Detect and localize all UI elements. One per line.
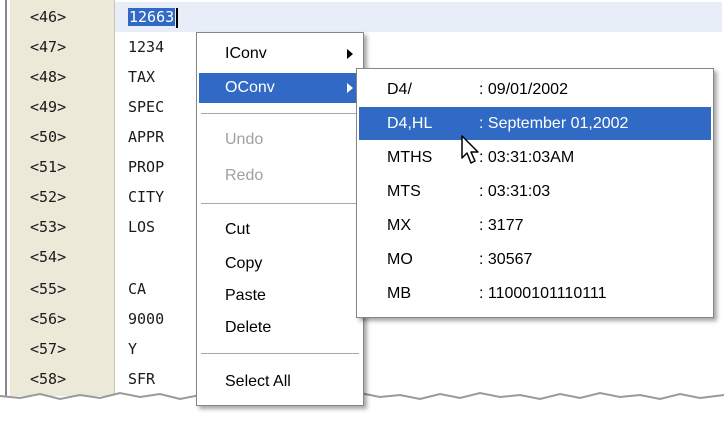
conversion-result: : 11000101110111	[479, 285, 607, 302]
line-text[interactable]: 9000	[128, 304, 164, 334]
line-text[interactable]: APPR	[128, 122, 164, 152]
submenu-arrow-icon	[347, 49, 353, 59]
oconv-item-mths[interactable]: MTHS : 03:31:03AM	[359, 141, 711, 174]
conversion-code: MTHS	[387, 149, 433, 166]
text-caret	[176, 7, 179, 28]
menu-item-delete[interactable]: Delete	[199, 313, 361, 343]
line-number: <54>	[30, 248, 67, 266]
line-text[interactable]: 1234	[128, 32, 164, 62]
line-number: <55>	[30, 280, 67, 298]
line-number: <52>	[30, 188, 67, 206]
conversion-result: : September 01,2002	[479, 115, 629, 132]
line-number: <53>	[30, 218, 67, 236]
conversion-code: D4/	[387, 81, 412, 98]
context-menu: IConv OConv Undo Redo Cut Copy Paste Del…	[196, 32, 364, 406]
line-number: <48>	[30, 68, 67, 86]
line-number: <57>	[30, 340, 67, 358]
line-number: <47>	[30, 38, 67, 56]
menu-item-label: OConv	[225, 79, 275, 96]
oconv-item-d4-slash[interactable]: D4/ : 09/01/2002	[359, 73, 711, 106]
menu-item-copy[interactable]: Copy	[199, 249, 361, 279]
menu-item-oconv[interactable]: OConv	[199, 73, 361, 103]
line-number: <50>	[30, 128, 67, 146]
conversion-code: MX	[387, 217, 411, 234]
mouse-pointer-icon	[461, 135, 479, 164]
menu-item-label: IConv	[225, 45, 267, 62]
menu-separator	[201, 113, 359, 115]
conversion-code: D4,HL	[387, 115, 433, 132]
line-text[interactable]: CITY	[128, 182, 164, 212]
line-text[interactable]: TAX	[128, 62, 155, 92]
line-number: <46>	[30, 8, 67, 26]
menu-separator	[201, 353, 359, 355]
conversion-code: MB	[387, 285, 411, 302]
line-text[interactable]: Y	[128, 334, 137, 364]
conversion-code: MO	[387, 251, 413, 268]
current-line-highlight	[115, 2, 722, 32]
line-text[interactable]: SPEC	[128, 92, 164, 122]
menu-item-redo[interactable]: Redo	[199, 161, 361, 191]
line-text[interactable]: CA	[128, 274, 146, 304]
menu-item-undo[interactable]: Undo	[199, 125, 361, 155]
oconv-item-mo[interactable]: MO : 30567	[359, 243, 711, 276]
menu-item-select-all[interactable]: Select All	[199, 367, 361, 397]
line-text[interactable]: PROP	[128, 152, 164, 182]
conversion-result: : 03:31:03AM	[479, 149, 575, 166]
submenu-arrow-icon	[347, 83, 353, 93]
conversion-result: : 30567	[479, 251, 533, 268]
line-text[interactable]: LOS	[128, 212, 155, 242]
line-text[interactable]: 12663	[128, 2, 179, 32]
conversion-result: : 09/01/2002	[479, 81, 568, 98]
menu-separator	[201, 203, 359, 205]
oconv-item-d4-hl[interactable]: D4,HL : September 01,2002	[359, 107, 711, 140]
selected-text[interactable]: 12663	[128, 8, 176, 26]
gutter-edge	[5, 0, 7, 396]
line-number: <56>	[30, 310, 67, 328]
menu-item-cut[interactable]: Cut	[199, 215, 361, 245]
menu-item-iconv[interactable]: IConv	[199, 39, 361, 69]
oconv-submenu: D4/ : 09/01/2002 D4,HL : September 01,20…	[356, 68, 714, 318]
conversion-result: : 03:31:03	[479, 183, 551, 200]
menu-item-paste[interactable]: Paste	[199, 281, 361, 311]
conversion-result: : 3177	[479, 217, 524, 234]
oconv-item-mts[interactable]: MTS : 03:31:03	[359, 175, 711, 208]
conversion-code: MTS	[387, 183, 421, 200]
oconv-item-mx[interactable]: MX : 3177	[359, 209, 711, 242]
line-number: <49>	[30, 98, 67, 116]
oconv-item-mb[interactable]: MB : 11000101110111	[359, 277, 711, 310]
line-number: <51>	[30, 158, 67, 176]
